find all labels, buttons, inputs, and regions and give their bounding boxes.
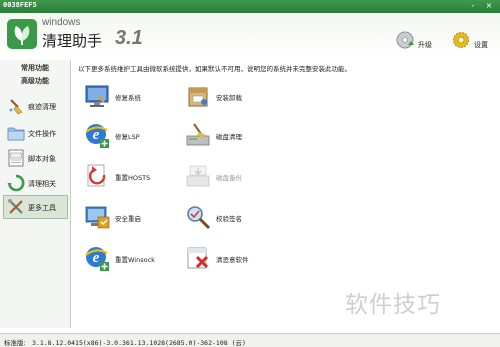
sidebar-item-label: 更多工具 bbox=[28, 204, 56, 212]
watermark-text: 软件技巧 bbox=[345, 292, 441, 318]
tool-remove-malware[interactable]: 清恶意软件 bbox=[184, 244, 284, 274]
intro-text: 以下更多系统维护工具由微软系统提供，如果默认不可用，说明您的系统并未完整安装此功… bbox=[78, 65, 351, 73]
tool-label: 校验签名 bbox=[216, 215, 242, 223]
tool-label: 修复LSP bbox=[115, 133, 140, 141]
disk-cleanup-icon bbox=[184, 121, 212, 149]
tool-reset-hosts[interactable]: 重置HOSTS bbox=[83, 162, 183, 192]
winsock-reset-icon: e bbox=[83, 244, 111, 272]
sidebar: 常用功能 高级功能 痕迹清理 文件操作 脚本对象 清理相关 更多工具 bbox=[0, 60, 71, 328]
tool-label: 修复系统 bbox=[115, 94, 141, 102]
signature-check-icon bbox=[184, 203, 212, 231]
upgrade-button[interactable]: 升级 bbox=[396, 29, 441, 57]
tool-label: 重置Winsock bbox=[115, 256, 155, 264]
sidebar-item-label: 脚本对象 bbox=[28, 155, 56, 163]
sidebar-item-label: 痕迹清理 bbox=[28, 103, 56, 111]
sidebar-item-script-objects[interactable]: 脚本对象 bbox=[4, 147, 67, 169]
script-file-icon bbox=[7, 149, 25, 167]
tool-repair-system[interactable]: 修复系统 bbox=[83, 82, 183, 112]
tool-verify-signature[interactable]: 校验签名 bbox=[184, 203, 284, 233]
broom-icon bbox=[7, 97, 25, 115]
tool-repair-lsp[interactable]: e 修复LSP bbox=[83, 121, 183, 151]
tool-label: 磁盘备份 bbox=[216, 174, 242, 182]
ie-repair-icon: e bbox=[83, 121, 111, 149]
sidebar-item-label: 清理相关 bbox=[28, 180, 56, 188]
tool-label: 磁盘清理 bbox=[216, 133, 242, 141]
tool-install-uninstall[interactable]: 安装卸载 bbox=[184, 82, 284, 112]
tool-disk-cleanup[interactable]: 磁盘清理 bbox=[184, 121, 284, 151]
minimize-button[interactable]: - bbox=[466, 1, 480, 11]
sidebar-item-file-ops[interactable]: 文件操作 bbox=[4, 122, 67, 144]
tool-label: 安全重启 bbox=[115, 215, 141, 223]
tool-safe-restart[interactable]: 安全重启 bbox=[83, 203, 183, 233]
refresh-arrows-icon bbox=[7, 174, 25, 192]
settings-gear-icon bbox=[452, 31, 470, 49]
tool-label: 清恶意软件 bbox=[216, 256, 249, 264]
sidebar-item-trace-clean[interactable]: 痕迹清理 bbox=[4, 95, 67, 117]
tool-label: 安装卸载 bbox=[216, 94, 242, 102]
logo-product-name: 清理助手 bbox=[42, 32, 103, 50]
hosts-reset-icon bbox=[83, 162, 111, 190]
window-title: 0038FEF5 bbox=[3, 1, 37, 9]
close-button[interactable]: × bbox=[482, 1, 496, 11]
logo-version: 3.1 bbox=[115, 27, 143, 49]
upgrade-label: 升级 bbox=[418, 41, 432, 49]
section-advanced-functions[interactable]: 高级功能 bbox=[0, 75, 70, 87]
folder-icon bbox=[7, 124, 25, 142]
tool-reset-winsock[interactable]: e 重置Winsock bbox=[83, 244, 183, 274]
svg-text:e: e bbox=[93, 250, 100, 266]
monitor-repair-icon bbox=[83, 82, 111, 110]
status-bar: 标准版: 3.1.8.12.0415(x86)-3.0.361.13.1028(… bbox=[0, 333, 500, 347]
tool-label: 重置HOSTS bbox=[115, 174, 151, 182]
sidebar-item-label: 文件操作 bbox=[28, 130, 56, 138]
malware-remove-icon bbox=[184, 244, 212, 272]
sidebar-item-more-tools[interactable]: 更多工具 bbox=[3, 195, 68, 219]
sidebar-item-clean-related[interactable]: 清理相关 bbox=[4, 172, 67, 194]
safe-restart-icon bbox=[83, 203, 111, 231]
app-header: windows 清理助手 3.1 升级 设置 bbox=[0, 13, 500, 61]
section-common-functions[interactable]: 常用功能 bbox=[0, 62, 70, 74]
tool-disk-backup[interactable]: 磁盘备份 bbox=[184, 162, 284, 192]
install-box-icon bbox=[184, 82, 212, 110]
logo-windows-text: windows bbox=[42, 17, 81, 28]
upgrade-disc-icon bbox=[396, 31, 414, 49]
settings-button[interactable]: 设置 bbox=[452, 29, 497, 57]
title-bar: 0038FEF5 - × bbox=[0, 0, 500, 13]
tools-icon bbox=[7, 198, 25, 216]
svg-text:e: e bbox=[93, 127, 100, 143]
disk-backup-icon bbox=[184, 162, 212, 190]
app-logo-icon bbox=[7, 19, 37, 49]
settings-label: 设置 bbox=[474, 41, 488, 49]
